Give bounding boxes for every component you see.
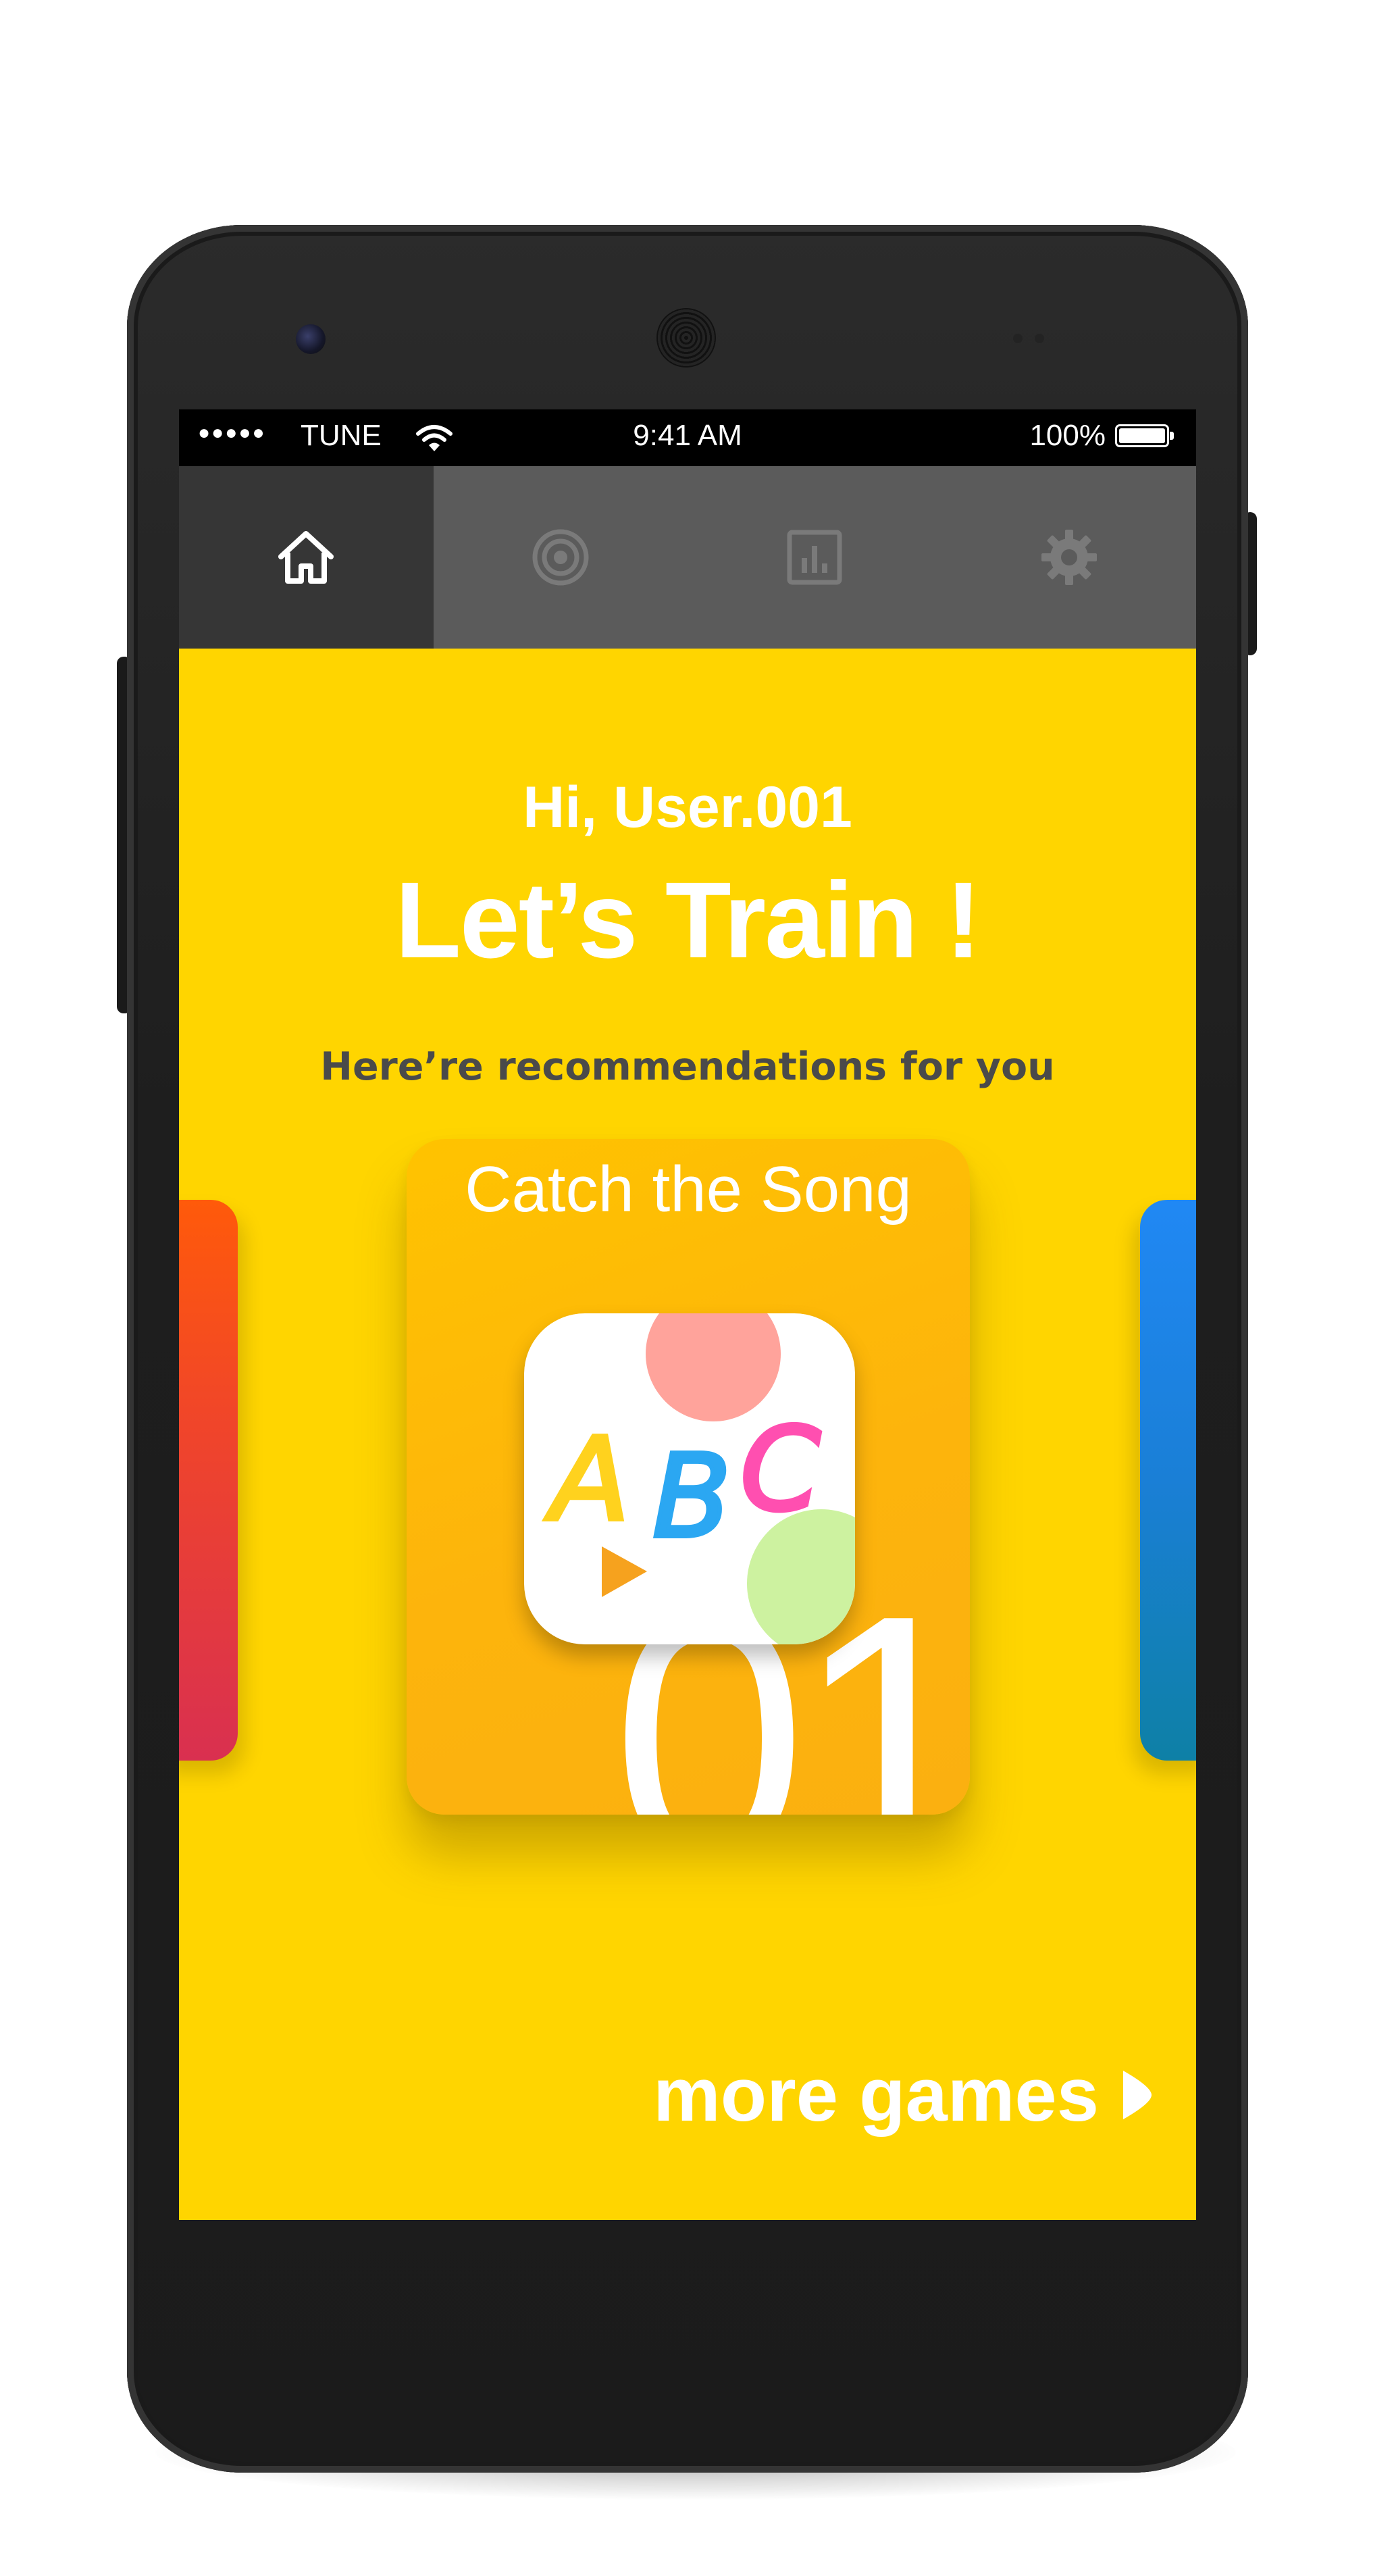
light-sensor bbox=[1035, 334, 1044, 343]
battery-icon bbox=[1115, 424, 1174, 447]
more-games-label: more games bbox=[653, 2052, 1099, 2137]
previous-game-card[interactable] bbox=[179, 1200, 238, 1761]
next-game-card[interactable] bbox=[1140, 1200, 1196, 1761]
gear-icon bbox=[1041, 530, 1097, 585]
greeting-text: Hi, User.001 bbox=[523, 775, 852, 840]
abc-letter-c: C bbox=[740, 1403, 821, 1537]
proximity-sensor bbox=[1013, 334, 1023, 343]
home-icon bbox=[278, 531, 334, 584]
tab-bar bbox=[179, 466, 1196, 649]
abc-icon-artwork: A BC bbox=[542, 1313, 855, 1644]
tab-stats[interactable] bbox=[688, 466, 942, 649]
game-card-catch-the-song[interactable]: Catch the Song 01 A BC bbox=[407, 1139, 970, 1815]
target-icon bbox=[532, 529, 589, 586]
tab-home[interactable] bbox=[179, 466, 434, 649]
earpiece-speaker bbox=[656, 308, 716, 368]
game-title: Catch the Song bbox=[465, 1153, 912, 1226]
more-games-link[interactable]: more games bbox=[653, 2051, 1156, 2138]
battery-percentage: 100% bbox=[1029, 419, 1106, 452]
tab-target[interactable] bbox=[434, 466, 688, 649]
page-headline: Let’s Train ! bbox=[394, 859, 981, 980]
tab-settings[interactable] bbox=[942, 466, 1197, 649]
abc-app-icon[interactable]: A BC bbox=[524, 1313, 855, 1644]
play-arrow-icon bbox=[1123, 2070, 1152, 2119]
app-screen: ●●●●● TUNE 9:41 AM 100% Hi, User.001 Let… bbox=[179, 409, 1196, 2220]
recommendation-subtitle: Here’re recommendations for you bbox=[320, 1044, 1055, 1089]
abc-letter-b: B bbox=[652, 1430, 731, 1564]
bar-chart-icon bbox=[787, 530, 842, 585]
abc-letter-a: A bbox=[544, 1413, 629, 1547]
status-bar: ●●●●● TUNE 9:41 AM 100% bbox=[179, 409, 1196, 466]
front-camera bbox=[296, 324, 326, 354]
